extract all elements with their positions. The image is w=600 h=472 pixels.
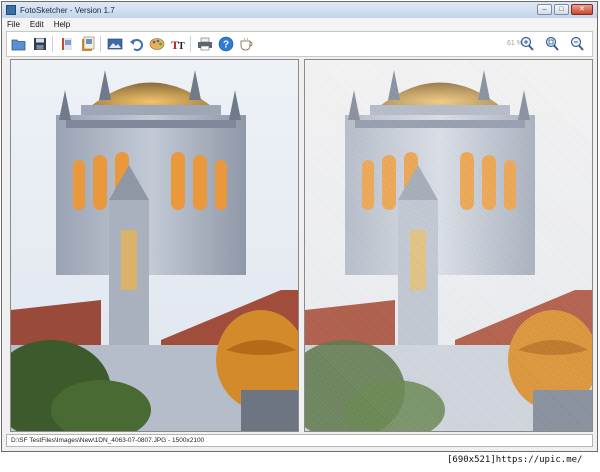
maximize-button[interactable]: □ [554, 4, 569, 15]
status-bar: D:\SF TestFiles\Images\New\1DN_4063-07-0… [6, 434, 593, 447]
toolbar-separator [190, 36, 191, 52]
original-photo [11, 60, 298, 431]
zoom-in-icon [520, 36, 534, 51]
zoom-fit-button[interactable] [543, 35, 561, 53]
donate-button[interactable] [238, 35, 256, 53]
title-bar[interactable]: FotoSketcher - Version 1.7 – □ ✕ [2, 2, 597, 19]
coffee-icon [240, 37, 253, 51]
original-image-pane[interactable] [10, 59, 299, 432]
zoom-out-icon [570, 36, 584, 51]
help-button[interactable]: ? [217, 35, 235, 53]
menu-edit[interactable]: Edit [25, 20, 49, 29]
open-button[interactable] [10, 35, 28, 53]
app-window: FotoSketcher - Version 1.7 – □ ✕ File Ed… [1, 1, 598, 452]
file-path: D:\SF TestFiles\Images\New\1DN_4063-07-0… [11, 437, 205, 444]
toolbar-separator [52, 36, 53, 52]
image-watermark: [690x521]https://upic.me/ [447, 455, 583, 465]
batch-button[interactable] [58, 35, 76, 53]
menu-help[interactable]: Help [49, 20, 75, 29]
toolbar-separator [100, 36, 101, 52]
process-button[interactable] [106, 35, 124, 53]
save-button[interactable] [31, 35, 49, 53]
minimize-button[interactable]: – [537, 4, 552, 15]
folder-open-icon [11, 39, 26, 51]
zoom-controls [515, 35, 586, 53]
picture-icon [107, 38, 123, 50]
save-icon [34, 38, 46, 50]
zoom-out-button[interactable] [568, 35, 586, 53]
menu-bar: File Edit Help [2, 18, 597, 30]
zoom-fit-icon [545, 36, 559, 51]
printer-icon [198, 37, 212, 51]
book-icon [62, 38, 72, 50]
effects-button[interactable] [148, 35, 166, 53]
help-icon: ? [218, 36, 234, 52]
app-logo-icon [6, 5, 16, 15]
undo-button[interactable] [127, 35, 145, 53]
toolbar: TT ? 61 % [6, 31, 593, 57]
text-icon: TT [171, 38, 185, 51]
palette-icon [149, 38, 165, 50]
close-button[interactable]: ✕ [571, 4, 593, 15]
book-copy-icon [82, 36, 95, 51]
window-controls: – □ ✕ [537, 4, 593, 15]
window-title: FotoSketcher - Version 1.7 [20, 5, 115, 15]
menu-file[interactable]: File [2, 20, 25, 29]
svg-text:T: T [178, 41, 185, 51]
print-button[interactable] [196, 35, 214, 53]
text-button[interactable]: TT [169, 35, 187, 53]
undo-icon [130, 39, 143, 51]
sketch-image-pane[interactable] [304, 59, 593, 432]
sketch-preview [305, 60, 592, 431]
batch-copy-button[interactable] [79, 35, 97, 53]
zoom-in-button[interactable] [518, 35, 536, 53]
svg-text:?: ? [223, 40, 229, 51]
